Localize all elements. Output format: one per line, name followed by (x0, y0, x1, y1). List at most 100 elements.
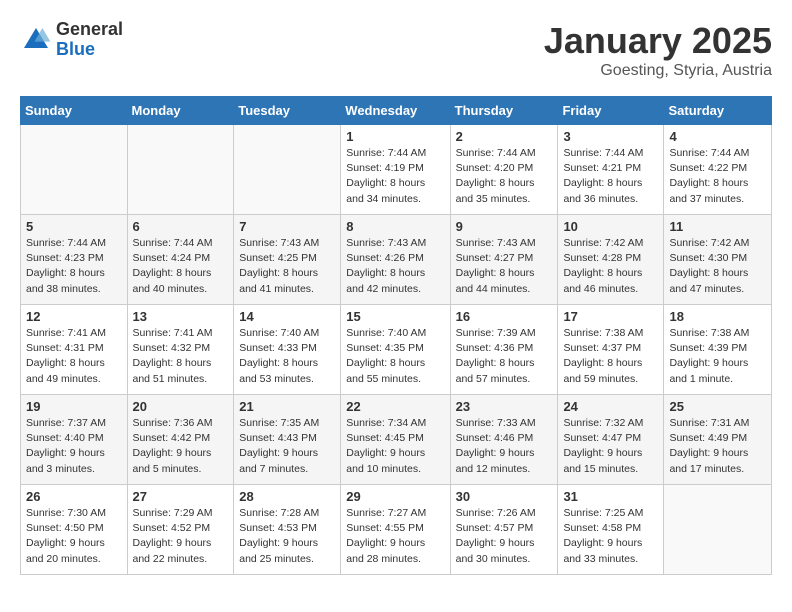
day-number: 11 (669, 219, 766, 234)
calendar-cell: 12 Sunrise: 7:41 AM Sunset: 4:31 PM Dayli… (21, 305, 128, 395)
logo-general: General (56, 20, 123, 40)
calendar-week-row: 1Sunrise: 7:44 AM Sunset: 4:19 PM Daylig… (21, 125, 772, 215)
day-info: Sunrise: 7:37 AM Sunset: 4:40 PM Dayligh… (26, 416, 122, 477)
calendar-cell: 8Sunrise: 7:43 AM Sunset: 4:26 PM Daylig… (341, 215, 450, 305)
calendar-cell: 30Sunrise: 7:26 AM Sunset: 4:57 PM Dayli… (450, 485, 558, 575)
calendar-cell: 31 Sunrise: 7:25 AM Sunset: 4:58 PM Dayli… (558, 485, 664, 575)
calendar-cell: 1Sunrise: 7:44 AM Sunset: 4:19 PM Daylig… (341, 125, 450, 215)
calendar-cell: 9 Sunrise: 7:43 AM Sunset: 4:27 PM Daylig… (450, 215, 558, 305)
day-info: Sunrise: 7:40 AM Sunset: 4:33 PM Dayligh… (239, 326, 335, 387)
calendar-cell: 21 Sunrise: 7:35 AM Sunset: 4:43 PM Dayli… (234, 395, 341, 485)
calendar-cell: 7 Sunrise: 7:43 AM Sunset: 4:25 PM Daylig… (234, 215, 341, 305)
day-info: Sunrise: 7:29 AM Sunset: 4:52 PM Dayligh… (133, 506, 229, 567)
calendar-cell: 28Sunrise: 7:28 AM Sunset: 4:53 PM Dayli… (234, 485, 341, 575)
day-number: 27 (133, 489, 229, 504)
day-info: Sunrise: 7:25 AM Sunset: 4:58 PM Dayligh… (563, 506, 658, 567)
logo: General Blue (20, 20, 123, 60)
day-info: Sunrise: 7:43 AM Sunset: 4:27 PM Dayligh… (456, 236, 553, 297)
day-number: 12 (26, 309, 122, 324)
calendar-cell: 25Sunrise: 7:31 AM Sunset: 4:49 PM Dayli… (664, 395, 772, 485)
day-info: Sunrise: 7:44 AM Sunset: 4:21 PM Dayligh… (563, 146, 658, 207)
day-info: Sunrise: 7:43 AM Sunset: 4:26 PM Dayligh… (346, 236, 444, 297)
calendar-table: SundayMondayTuesdayWednesdayThursdayFrid… (20, 96, 772, 575)
calendar-header: SundayMondayTuesdayWednesdayThursdayFrid… (21, 97, 772, 125)
calendar-week-row: 5 Sunrise: 7:44 AM Sunset: 4:23 PM Daylig… (21, 215, 772, 305)
day-info: Sunrise: 7:43 AM Sunset: 4:25 PM Dayligh… (239, 236, 335, 297)
day-number: 16 (456, 309, 553, 324)
day-number: 5 (26, 219, 122, 234)
day-number: 29 (346, 489, 444, 504)
day-number: 19 (26, 399, 122, 414)
day-number: 4 (669, 129, 766, 144)
day-info: Sunrise: 7:42 AM Sunset: 4:30 PM Dayligh… (669, 236, 766, 297)
calendar-cell (127, 125, 234, 215)
day-number: 25 (669, 399, 766, 414)
calendar-body: 1Sunrise: 7:44 AM Sunset: 4:19 PM Daylig… (21, 125, 772, 575)
day-info: Sunrise: 7:41 AM Sunset: 4:31 PM Dayligh… (26, 326, 122, 387)
calendar-cell: 20Sunrise: 7:36 AM Sunset: 4:42 PM Dayli… (127, 395, 234, 485)
page-header: General Blue January 2025 Goesting, Styr… (20, 20, 772, 80)
day-info: Sunrise: 7:27 AM Sunset: 4:55 PM Dayligh… (346, 506, 444, 567)
calendar-cell: 6 Sunrise: 7:44 AM Sunset: 4:24 PM Daylig… (127, 215, 234, 305)
calendar-cell: 5 Sunrise: 7:44 AM Sunset: 4:23 PM Daylig… (21, 215, 128, 305)
day-number: 23 (456, 399, 553, 414)
day-info: Sunrise: 7:34 AM Sunset: 4:45 PM Dayligh… (346, 416, 444, 477)
day-number: 17 (563, 309, 658, 324)
calendar-cell: 18 Sunrise: 7:38 AM Sunset: 4:39 PM Dayli… (664, 305, 772, 395)
calendar-cell: 11 Sunrise: 7:42 AM Sunset: 4:30 PM Dayli… (664, 215, 772, 305)
day-info: Sunrise: 7:26 AM Sunset: 4:57 PM Dayligh… (456, 506, 553, 567)
logo-blue: Blue (56, 40, 123, 60)
day-info: Sunrise: 7:42 AM Sunset: 4:28 PM Dayligh… (563, 236, 658, 297)
day-info: Sunrise: 7:38 AM Sunset: 4:39 PM Dayligh… (669, 326, 766, 387)
day-number: 22 (346, 399, 444, 414)
weekday-row: SundayMondayTuesdayWednesdayThursdayFrid… (21, 97, 772, 125)
calendar-week-row: 19 Sunrise: 7:37 AM Sunset: 4:40 PM Dayli… (21, 395, 772, 485)
day-number: 10 (563, 219, 658, 234)
weekday-header: Tuesday (234, 97, 341, 125)
weekday-header: Sunday (21, 97, 128, 125)
calendar-cell: 15 Sunrise: 7:40 AM Sunset: 4:35 PM Dayli… (341, 305, 450, 395)
day-number: 31 (563, 489, 658, 504)
weekday-header: Thursday (450, 97, 558, 125)
calendar-week-row: 26Sunrise: 7:30 AM Sunset: 4:50 PM Dayli… (21, 485, 772, 575)
calendar-cell: 19 Sunrise: 7:37 AM Sunset: 4:40 PM Dayli… (21, 395, 128, 485)
day-number: 2 (456, 129, 553, 144)
day-info: Sunrise: 7:44 AM Sunset: 4:20 PM Dayligh… (456, 146, 553, 207)
day-info: Sunrise: 7:41 AM Sunset: 4:32 PM Dayligh… (133, 326, 229, 387)
day-info: Sunrise: 7:44 AM Sunset: 4:23 PM Dayligh… (26, 236, 122, 297)
day-number: 21 (239, 399, 335, 414)
day-number: 13 (133, 309, 229, 324)
day-number: 20 (133, 399, 229, 414)
day-number: 1 (346, 129, 444, 144)
calendar-cell (664, 485, 772, 575)
calendar-cell: 3Sunrise: 7:44 AM Sunset: 4:21 PM Daylig… (558, 125, 664, 215)
calendar-cell: 14Sunrise: 7:40 AM Sunset: 4:33 PM Dayli… (234, 305, 341, 395)
calendar-cell: 23 Sunrise: 7:33 AM Sunset: 4:46 PM Dayli… (450, 395, 558, 485)
title-block: January 2025 Goesting, Styria, Austria (544, 20, 772, 80)
calendar-cell: 29 Sunrise: 7:27 AM Sunset: 4:55 PM Dayli… (341, 485, 450, 575)
day-number: 9 (456, 219, 553, 234)
day-info: Sunrise: 7:40 AM Sunset: 4:35 PM Dayligh… (346, 326, 444, 387)
day-number: 15 (346, 309, 444, 324)
calendar-cell: 10 Sunrise: 7:42 AM Sunset: 4:28 PM Dayli… (558, 215, 664, 305)
weekday-header: Monday (127, 97, 234, 125)
day-number: 6 (133, 219, 229, 234)
calendar-cell: 24Sunrise: 7:32 AM Sunset: 4:47 PM Dayli… (558, 395, 664, 485)
calendar-week-row: 12 Sunrise: 7:41 AM Sunset: 4:31 PM Dayli… (21, 305, 772, 395)
calendar-cell: 13 Sunrise: 7:41 AM Sunset: 4:32 PM Dayli… (127, 305, 234, 395)
calendar-cell (21, 125, 128, 215)
weekday-header: Friday (558, 97, 664, 125)
calendar-cell (234, 125, 341, 215)
day-info: Sunrise: 7:38 AM Sunset: 4:37 PM Dayligh… (563, 326, 658, 387)
weekday-header: Wednesday (341, 97, 450, 125)
calendar-cell: 2 Sunrise: 7:44 AM Sunset: 4:20 PM Daylig… (450, 125, 558, 215)
day-number: 26 (26, 489, 122, 504)
calendar-cell: 26Sunrise: 7:30 AM Sunset: 4:50 PM Dayli… (21, 485, 128, 575)
calendar-cell: 17 Sunrise: 7:38 AM Sunset: 4:37 PM Dayli… (558, 305, 664, 395)
day-number: 18 (669, 309, 766, 324)
day-info: Sunrise: 7:44 AM Sunset: 4:24 PM Dayligh… (133, 236, 229, 297)
day-info: Sunrise: 7:33 AM Sunset: 4:46 PM Dayligh… (456, 416, 553, 477)
day-info: Sunrise: 7:35 AM Sunset: 4:43 PM Dayligh… (239, 416, 335, 477)
day-info: Sunrise: 7:44 AM Sunset: 4:22 PM Dayligh… (669, 146, 766, 207)
day-number: 7 (239, 219, 335, 234)
